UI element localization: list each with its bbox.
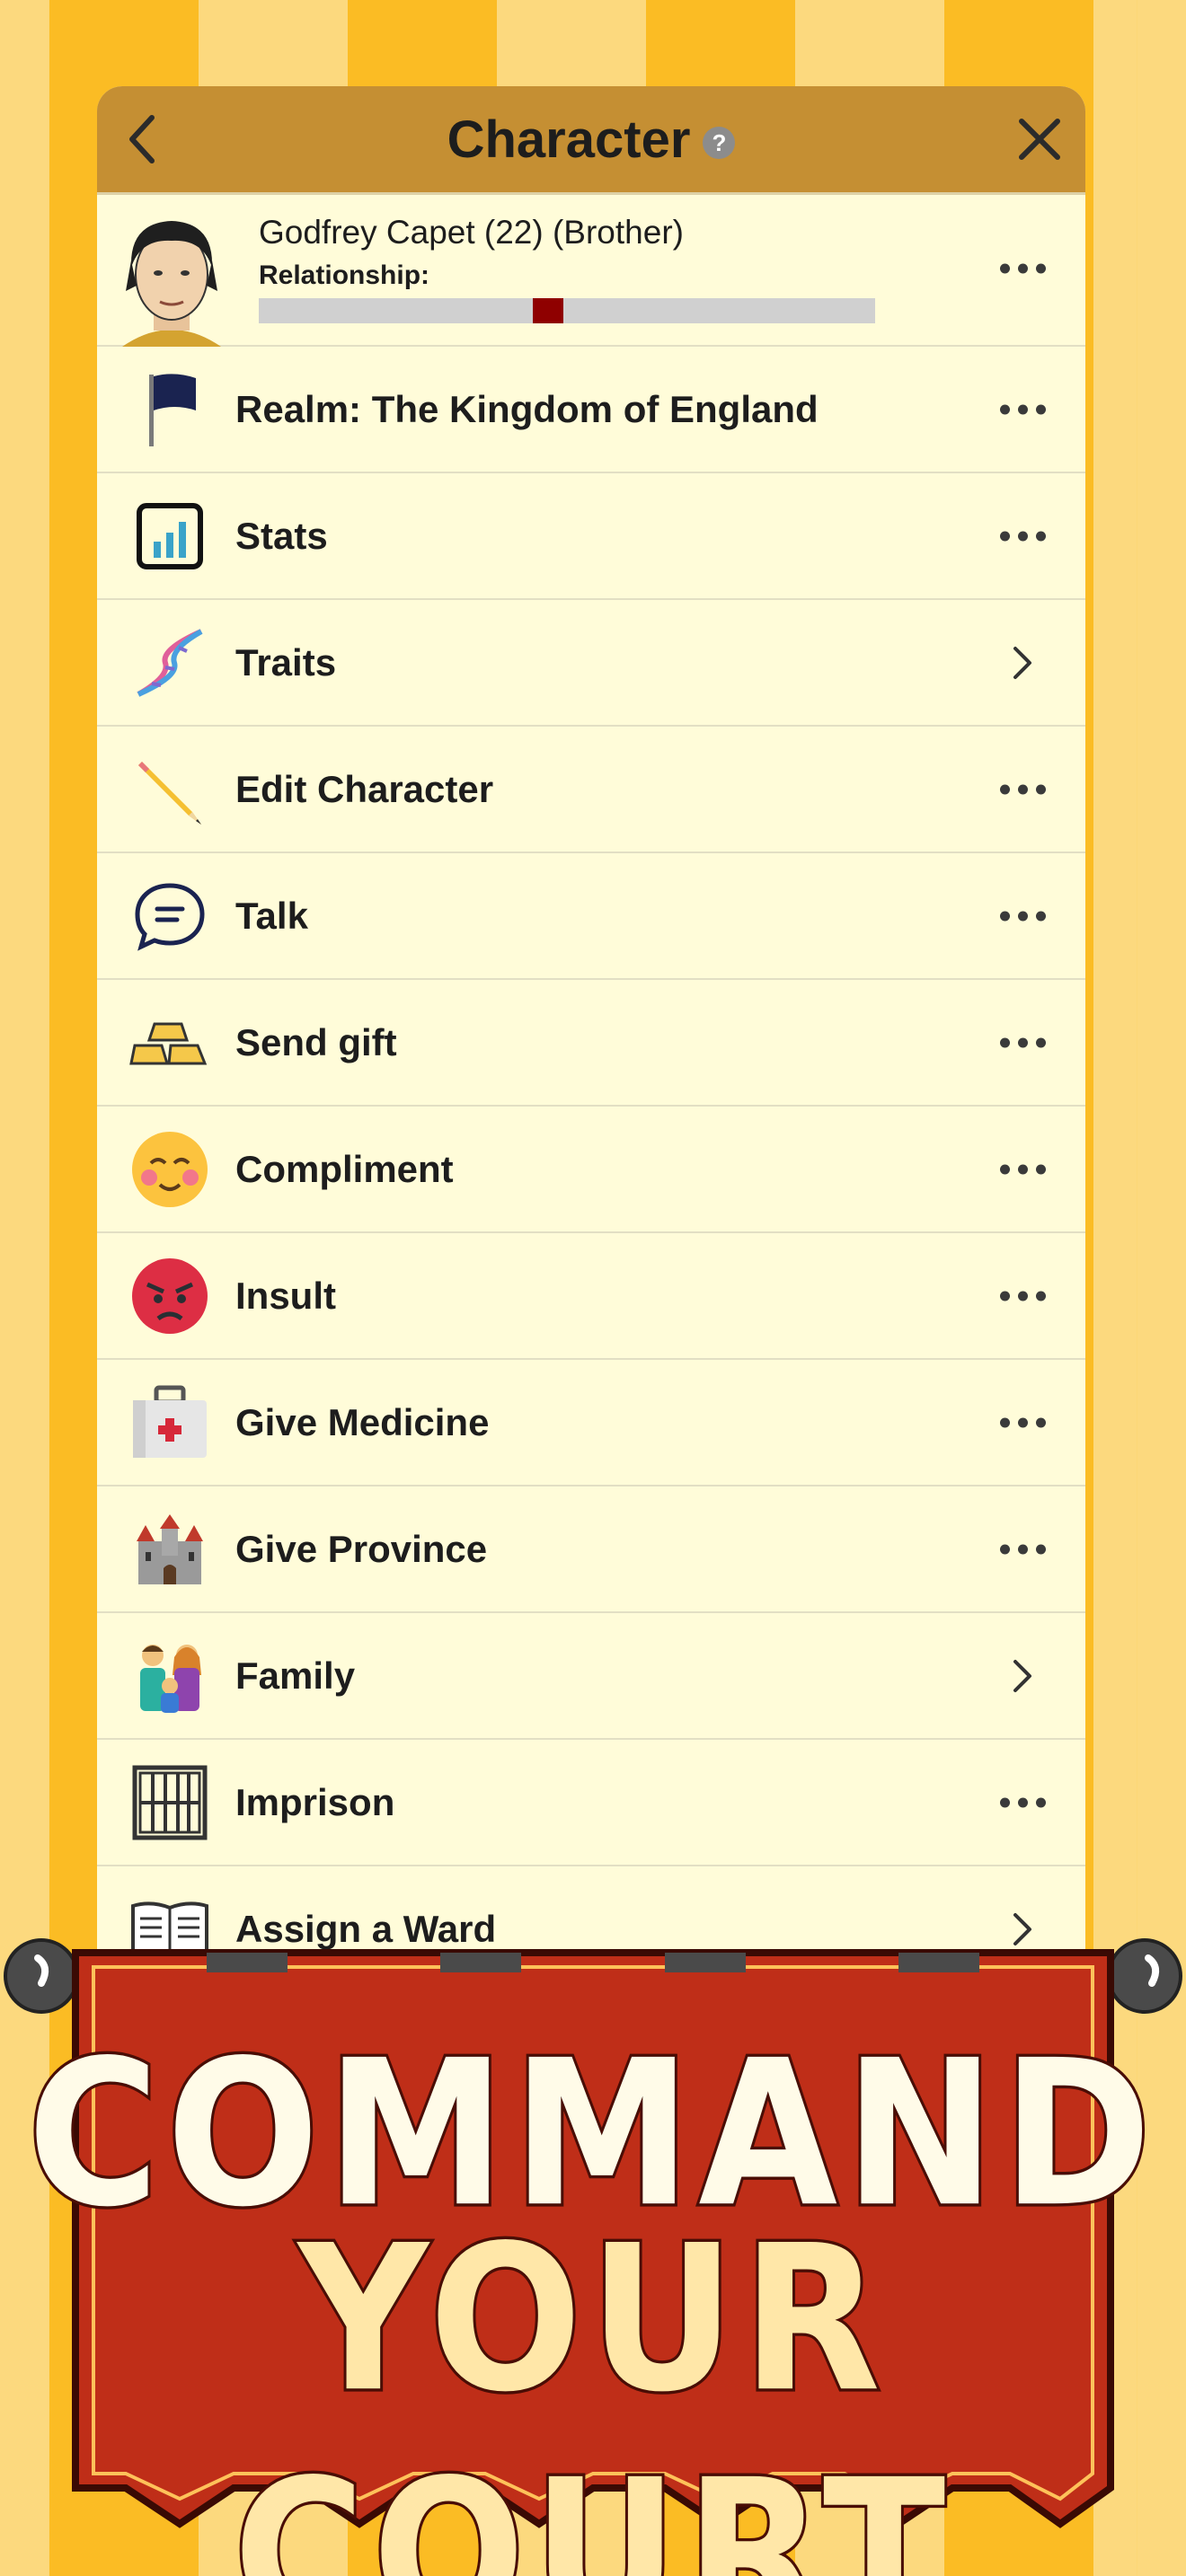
more-options-button[interactable] — [1000, 902, 1046, 930]
chevron-left-icon — [129, 115, 155, 163]
character-more-button[interactable] — [1000, 255, 1046, 283]
page-title: Character — [447, 110, 691, 169]
relationship-bar — [259, 298, 875, 323]
menu-item-label: Stats — [235, 514, 328, 557]
prison-bars-icon — [129, 1762, 210, 1843]
menu-item-label: Imprison — [235, 1780, 395, 1823]
chevron-right-icon[interactable] — [1005, 645, 1040, 681]
menu-item-label: Realm: The Kingdom of England — [235, 387, 819, 430]
menu-item-label: Family — [235, 1654, 356, 1697]
more-options-button[interactable] — [1000, 1535, 1046, 1563]
close-icon — [1019, 119, 1060, 160]
menu-item-talk[interactable]: Talk — [97, 853, 1085, 980]
help-icon[interactable]: ? — [703, 127, 736, 159]
more-options-button[interactable] — [1000, 1155, 1046, 1183]
castle-icon — [129, 1509, 210, 1590]
relationship-marker — [533, 298, 564, 323]
relationship-label: Relationship: — [259, 260, 430, 290]
menu-item-label: Traits — [235, 640, 337, 684]
menu-item-label: Insult — [235, 1274, 336, 1317]
close-button[interactable] — [1008, 108, 1071, 171]
menu-item-stats[interactable]: Stats — [97, 473, 1085, 600]
menu-item-realm-the-kingdom-of-england[interactable]: Realm: The Kingdom of England — [97, 347, 1085, 473]
menu-item-send-gift[interactable]: Send gift — [97, 980, 1085, 1107]
more-options-button[interactable] — [1000, 1028, 1046, 1056]
medical-kit-icon — [129, 1382, 210, 1463]
menu-item-label: Send gift — [235, 1020, 397, 1063]
menu-item-imprison[interactable]: Imprison — [97, 1740, 1085, 1866]
panel-header: Character ? — [97, 86, 1085, 192]
menu-item-label: Give Province — [235, 1527, 488, 1570]
menu-item-family[interactable]: Family — [97, 1613, 1085, 1740]
angry-face-icon — [129, 1256, 210, 1337]
menu-item-traits[interactable]: Traits — [97, 600, 1085, 727]
more-options-button[interactable] — [1000, 1788, 1046, 1816]
character-panel: Character ? Godfrey Capet (22) (Brother)… — [97, 86, 1085, 2062]
blushing-face-icon — [129, 1129, 210, 1210]
menu-item-label: Edit Character — [235, 767, 494, 810]
menu-item-give-medicine[interactable]: Give Medicine — [97, 1360, 1085, 1486]
more-options-button[interactable] — [1000, 395, 1046, 423]
back-button[interactable] — [111, 108, 174, 171]
more-options-button[interactable] — [1000, 1282, 1046, 1310]
pencil-icon — [129, 749, 210, 830]
more-options-button[interactable] — [1000, 522, 1046, 550]
gold-bars-icon — [129, 1002, 210, 1083]
menu-item-insult[interactable]: Insult — [97, 1233, 1085, 1360]
action-menu: Realm: The Kingdom of England Stats Traits… — [97, 347, 1085, 1993]
character-name: Godfrey Capet (22) (Brother) — [259, 214, 684, 251]
family-icon — [129, 1636, 210, 1716]
stats-chart-icon — [129, 496, 210, 577]
menu-item-label: Talk — [235, 894, 308, 937]
menu-item-give-province[interactable]: Give Province — [97, 1486, 1085, 1613]
menu-item-label: Compliment — [235, 1147, 454, 1190]
dna-icon — [129, 622, 210, 703]
avatar[interactable] — [104, 205, 239, 347]
flag-icon — [129, 369, 210, 450]
promo-banner: COMMAND YOUR COURT — [0, 1931, 1186, 2576]
character-summary: Godfrey Capet (22) (Brother) Relationshi… — [97, 192, 1085, 347]
more-options-button[interactable] — [1000, 775, 1046, 803]
menu-item-label: Give Medicine — [235, 1400, 490, 1443]
speech-bubble-icon — [129, 876, 210, 957]
menu-item-edit-character[interactable]: Edit Character — [97, 727, 1085, 853]
menu-item-compliment[interactable]: Compliment — [97, 1107, 1085, 1233]
chevron-right-icon[interactable] — [1005, 1658, 1040, 1694]
more-options-button[interactable] — [1000, 1408, 1046, 1436]
banner-headline-2: YOUR COURT — [231, 2200, 953, 2576]
